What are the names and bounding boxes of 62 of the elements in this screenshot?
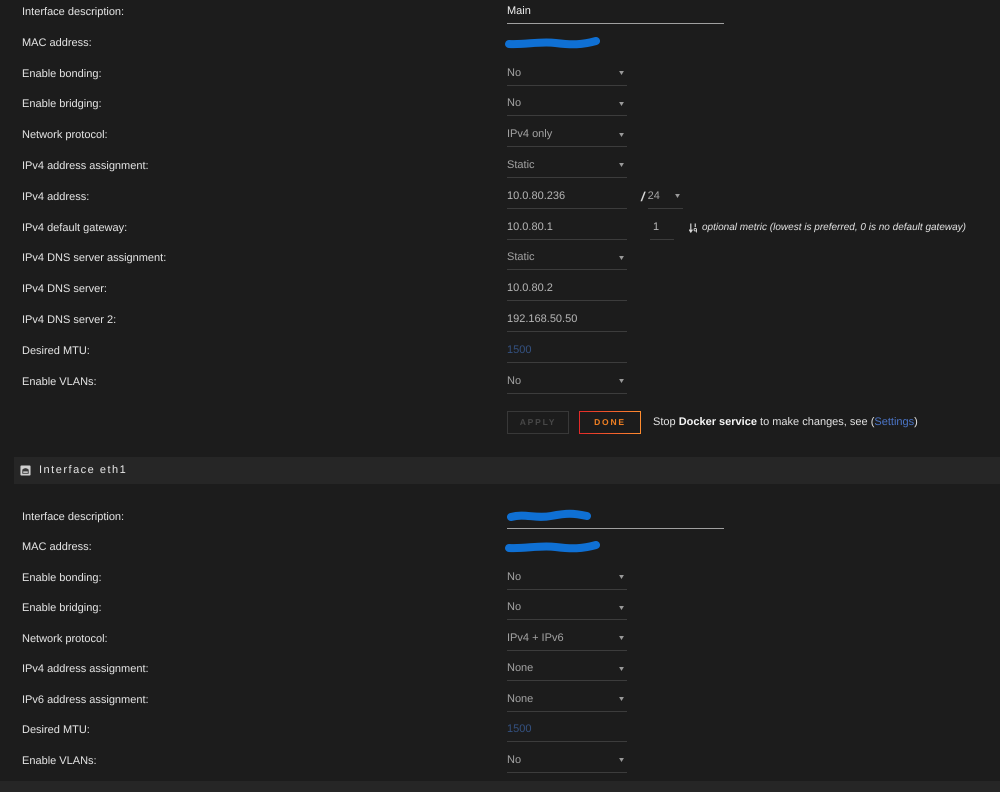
field-label: IPv4 DNS server assignment: [22,252,168,264]
dropdown[interactable]: No [507,748,627,773]
field-label: Interface description: [22,510,126,523]
caret-icon [619,71,624,76]
field-hint: optional metric (lowest is preferred, 0 is no default gateway) [702,222,966,234]
caret-icon [619,102,624,106]
dropdown[interactable]: None [507,688,627,712]
field-label: Network protocol: [22,129,109,142]
action-button[interactable]: DONE [579,410,641,434]
sort-descending-icon [689,222,698,233]
caret-icon [619,606,624,610]
field-label: Enable VLANs: [22,376,98,388]
text-input[interactable]: 10.0.80.2 [507,277,627,302]
text-input[interactable]: 192.168.50.50 [507,308,627,332]
dropdown[interactable]: No [507,62,627,86]
caret-icon [619,575,624,580]
ip-address-input[interactable]: 10.0.80.236 [507,184,627,209]
settings-link[interactable]: Settings [874,416,914,428]
field-label: IPv6 address assignment: [22,694,150,706]
dropdown[interactable]: No [507,370,627,394]
gateway-input[interactable]: 10.0.80.1 [507,216,627,240]
field-label: Desired MTU: [22,724,91,736]
field-label: IPv4 DNS server 2: [22,314,118,326]
caret-icon [619,163,624,168]
port-icon [20,464,31,476]
field-label: IPv4 address assignment: [22,160,150,172]
dropdown[interactable]: No [507,92,627,116]
caret-icon [674,194,680,198]
field-label: IPv4 address assignment: [22,663,150,676]
field-label: Network protocol: [22,632,109,645]
caret-icon [619,256,624,260]
section-title: Interface eth1 [39,464,128,476]
dropdown[interactable]: Static [507,246,627,270]
dropdown[interactable]: IPv4 + IPv6 [507,626,627,651]
dropdown[interactable]: Static [507,154,627,178]
field-label: Enable bridging: [22,98,103,110]
field-label: IPv4 DNS server: [22,283,108,296]
field-label: MAC address: [22,541,93,554]
dropdown[interactable]: No [507,596,627,620]
field-label: Interface description: [22,6,126,18]
field-label: Enable bridging: [22,602,103,614]
caret-icon [619,132,624,137]
caret-icon [619,636,624,640]
dropdown[interactable]: IPv4 only [507,123,627,148]
caret-icon [619,697,624,702]
dropdown[interactable]: None [507,657,627,682]
metric-input[interactable]: 1 [650,216,674,240]
field-label: Enable bonding: [22,68,103,80]
caret-icon [619,379,624,384]
caret-icon [619,666,624,671]
field-label: IPv4 address: [22,190,90,203]
caret-icon [619,758,624,762]
field-label: IPv4 default gateway: [22,222,128,234]
docker-notice: Stop Docker service to make changes, see (Settings) [653,416,918,428]
dropdown[interactable]: No [507,566,627,590]
text-input[interactable]: Main [507,0,724,24]
field-label: MAC address: [22,36,93,49]
field-label: Enable bonding: [22,572,103,584]
prefix-dropdown[interactable]: 24 [648,184,683,209]
prefix-separator: / [641,189,645,204]
field-label: Desired MTU: [22,344,91,357]
field-label: Enable VLANs: [22,754,98,767]
